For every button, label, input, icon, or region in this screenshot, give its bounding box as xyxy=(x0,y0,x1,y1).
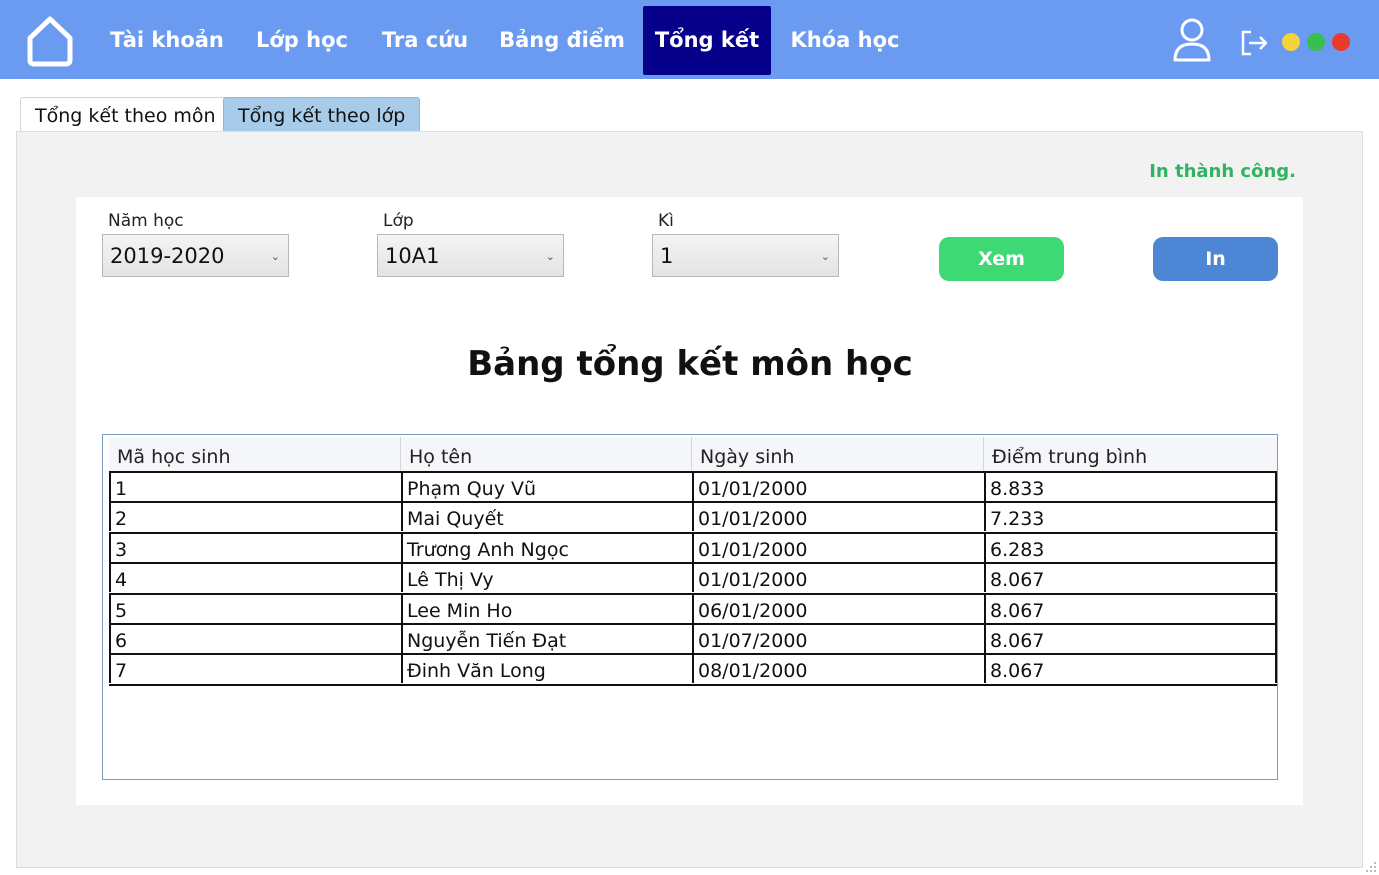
table-body: 1 Phạm Quy Vũ 01/01/2000 8.833 2 Mai Quy… xyxy=(109,471,1277,686)
cell-average: 8.067 xyxy=(984,655,1277,684)
cell-student-id: 6 xyxy=(109,624,401,653)
year-label: Năm học xyxy=(108,211,184,231)
cell-name: Nguyễn Tiến Đạt xyxy=(401,624,692,653)
user-icon[interactable] xyxy=(1170,16,1214,64)
print-button[interactable]: In xyxy=(1153,237,1278,281)
cell-student-id: 5 xyxy=(109,594,401,623)
table-row[interactable]: 1 Phạm Quy Vũ 01/01/2000 8.833 xyxy=(109,473,1277,504)
cell-birthdate: 06/01/2000 xyxy=(692,594,984,623)
cell-name: Đinh Văn Long xyxy=(401,655,692,684)
chevron-down-icon: ⌄ xyxy=(820,250,830,263)
maximize-button[interactable] xyxy=(1307,33,1325,51)
nav-item-summary[interactable]: Tổng kết xyxy=(643,6,771,75)
column-header-student-id[interactable]: Mã học sinh xyxy=(109,437,401,473)
year-select[interactable]: 2019-2020 ⌄ xyxy=(102,234,289,277)
class-select-value: 10A1 xyxy=(385,244,440,268)
nav-item-courses[interactable]: Khóa học xyxy=(784,6,906,75)
cell-student-id: 2 xyxy=(109,503,401,532)
tab-summary-by-subject[interactable]: Tổng kết theo môn xyxy=(20,97,231,132)
cell-birthdate: 01/01/2000 xyxy=(692,533,984,562)
table-title: Bảng tổng kết môn học xyxy=(467,344,913,384)
column-header-name[interactable]: Họ tên xyxy=(401,437,692,473)
tab-summary-by-class[interactable]: Tổng kết theo lớp xyxy=(223,97,421,132)
close-button[interactable] xyxy=(1332,33,1350,51)
cell-average: 8.067 xyxy=(984,564,1277,593)
term-select-value: 1 xyxy=(660,244,674,268)
cell-name: Lee Min Ho xyxy=(401,594,692,623)
table-row[interactable]: 2 Mai Quyết 01/01/2000 7.233 xyxy=(109,503,1277,534)
cell-student-id: 7 xyxy=(109,655,401,684)
cell-student-id: 3 xyxy=(109,533,401,562)
cell-birthdate: 01/07/2000 xyxy=(692,624,984,653)
term-label: Kì xyxy=(658,211,674,231)
nav-item-classes[interactable]: Lớp học xyxy=(247,6,357,75)
chevron-down-icon: ⌄ xyxy=(270,250,280,263)
view-button[interactable]: Xem xyxy=(939,237,1064,281)
cell-student-id: 1 xyxy=(109,473,401,501)
table-row[interactable]: 4 Lê Thị Vy 01/01/2000 8.067 xyxy=(109,564,1277,595)
cell-average: 8.067 xyxy=(984,624,1277,653)
term-select[interactable]: 1 ⌄ xyxy=(652,234,839,277)
nav-item-lookup[interactable]: Tra cứu xyxy=(374,6,476,75)
cell-name: Mai Quyết xyxy=(401,503,692,532)
home-icon[interactable] xyxy=(24,14,76,68)
column-header-birthdate[interactable]: Ngày sinh xyxy=(692,437,984,473)
cell-student-id: 4 xyxy=(109,564,401,593)
logout-icon[interactable] xyxy=(1239,29,1269,57)
table-row[interactable]: 5 Lee Min Ho 06/01/2000 8.067 xyxy=(109,594,1277,625)
nav-item-account[interactable]: Tài khoản xyxy=(104,6,230,75)
cell-average: 8.833 xyxy=(984,473,1277,501)
cell-average: 8.067 xyxy=(984,594,1277,623)
class-label: Lớp xyxy=(383,211,414,231)
cell-name: Trương Anh Ngọc xyxy=(401,533,692,562)
status-message: In thành công. xyxy=(1149,161,1296,182)
table-row[interactable]: 3 Trương Anh Ngọc 01/01/2000 6.283 xyxy=(109,533,1277,565)
table-header: Mã học sinh Họ tên Ngày sinh Điểm trung … xyxy=(109,437,1277,473)
column-header-average[interactable]: Điểm trung bình xyxy=(984,437,1277,473)
table-row[interactable]: 6 Nguyễn Tiến Đạt 01/07/2000 8.067 xyxy=(109,624,1277,656)
table-row[interactable]: 7 Đinh Văn Long 08/01/2000 8.067 xyxy=(109,655,1277,686)
cell-birthdate: 01/01/2000 xyxy=(692,503,984,532)
cell-average: 6.283 xyxy=(984,533,1277,562)
cell-name: Phạm Quy Vũ xyxy=(401,473,692,501)
top-nav-bar: Tài khoản Lớp học Tra cứu Bảng điểm Tổng… xyxy=(0,0,1379,79)
summary-table[interactable]: Mã học sinh Họ tên Ngày sinh Điểm trung … xyxy=(102,434,1278,780)
year-select-value: 2019-2020 xyxy=(110,244,225,268)
cell-birthdate: 08/01/2000 xyxy=(692,655,984,684)
resize-grip-icon[interactable] xyxy=(1365,861,1377,873)
cell-name: Lê Thị Vy xyxy=(401,564,692,593)
cell-birthdate: 01/01/2000 xyxy=(692,473,984,501)
cell-birthdate: 01/01/2000 xyxy=(692,564,984,593)
cell-average: 7.233 xyxy=(984,503,1277,532)
chevron-down-icon: ⌄ xyxy=(545,250,555,263)
minimize-button[interactable] xyxy=(1282,33,1300,51)
class-select[interactable]: 10A1 ⌄ xyxy=(377,234,564,277)
nav-item-gradebook[interactable]: Bảng điểm xyxy=(494,6,630,75)
